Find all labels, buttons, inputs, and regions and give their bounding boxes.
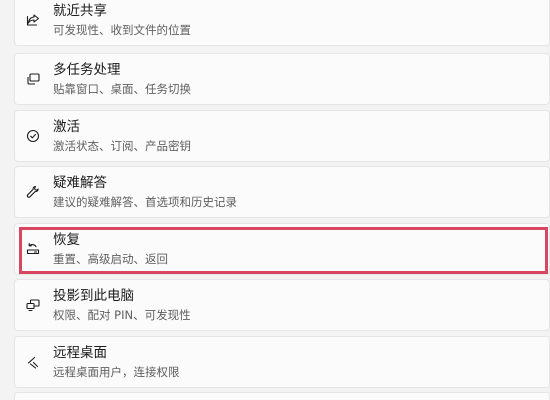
settings-item-partial [14, 392, 550, 400]
settings-item-multitasking[interactable]: 多任务处理 贴靠窗口、桌面、任务切换 [14, 53, 550, 105]
settings-item-title: 疑难解答 [53, 175, 107, 191]
settings-item-title: 远程桌面 [53, 345, 107, 361]
settings-item-description: 权限、配对 PIN、可发现性 [53, 308, 191, 322]
share-icon [25, 12, 41, 28]
settings-item-title: 激活 [53, 119, 80, 135]
settings-item-title: 投影到此电脑 [53, 288, 134, 304]
checkmark-circle-icon [25, 128, 41, 144]
multitask-icon [25, 71, 41, 87]
settings-item-description: 远程桌面用户，连接权限 [53, 365, 180, 379]
settings-item-title: 就近共享 [53, 3, 107, 19]
recovery-icon [25, 241, 41, 257]
settings-item-description: 贴靠窗口、桌面、任务切换 [53, 82, 191, 96]
settings-item-project-to-pc[interactable]: 投影到此电脑 权限、配对 PIN、可发现性 [14, 279, 550, 331]
settings-item-description: 激活状态、订阅、产品密钥 [53, 139, 191, 153]
wrench-icon [25, 184, 41, 200]
project-icon [25, 297, 41, 313]
settings-item-nearby-sharing[interactable]: 就近共享 可发现性、收到文件的位置 [14, 0, 550, 46]
remote-desktop-icon [25, 354, 41, 370]
settings-item-description: 可发现性、收到文件的位置 [53, 23, 191, 37]
settings-list: 就近共享 可发现性、收到文件的位置 多任务处理 贴靠窗口、桌面、任务切换 激活 … [0, 0, 550, 400]
settings-item-title: 多任务处理 [53, 62, 121, 78]
settings-item-title: 恢复 [53, 232, 80, 248]
settings-item-description: 建议的疑难解答、首选项和历史记录 [53, 195, 237, 209]
settings-item-recovery[interactable]: 恢复 重置、高级启动、返回 [14, 223, 550, 275]
settings-item-troubleshoot[interactable]: 疑难解答 建议的疑难解答、首选项和历史记录 [14, 166, 550, 218]
settings-item-activation[interactable]: 激活 激活状态、订阅、产品密钥 [14, 110, 550, 162]
settings-item-remote-desktop[interactable]: 远程桌面 远程桌面用户，连接权限 [14, 336, 550, 388]
settings-item-description: 重置、高级启动、返回 [53, 252, 168, 266]
